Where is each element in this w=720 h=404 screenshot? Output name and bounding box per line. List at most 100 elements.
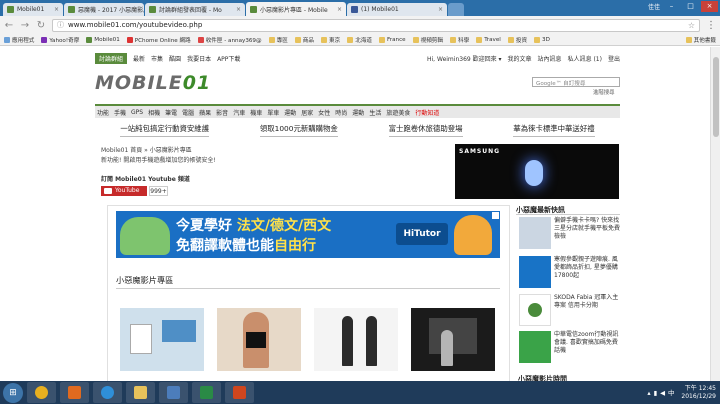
tab-mobile01[interactable]: Mobile01 ×: [3, 3, 63, 16]
security-notice[interactable]: 新功能! 開啟用手機遊戲增加您的帳號安全!: [101, 155, 216, 164]
close-tab-icon[interactable]: ×: [337, 6, 342, 13]
search-input[interactable]: Google™ 自訂搜尋: [532, 77, 620, 87]
video-thumbnail[interactable]: 2016-12-27: [120, 308, 204, 371]
mobile01-logo[interactable]: MOBILE01: [95, 72, 210, 96]
bookmark-folder[interactable]: 專區: [268, 36, 288, 44]
url-input[interactable]: ⓘ www.mobile01.com/youtubevideo.php ☆: [52, 18, 700, 32]
reload-icon[interactable]: ↻: [36, 20, 46, 31]
video-thumbnail[interactable]: 2016-12-27: [217, 308, 301, 371]
language-indicator[interactable]: 中: [668, 388, 674, 397]
bookmark-folder[interactable]: Travel: [476, 36, 501, 43]
top-link[interactable]: 市集: [151, 54, 163, 63]
sidebar-news-item[interactable]: SKODA Fabia 冠軍入主專案 信用卡分期: [519, 294, 621, 329]
bookmark-folder[interactable]: 視頻剪輯: [412, 36, 443, 44]
bookmark-item[interactable]: Yahoo!奇摩: [41, 36, 79, 44]
taskbar-app[interactable]: [27, 382, 56, 403]
bookmark-folder[interactable]: 北海道: [347, 36, 372, 44]
samsung-ad-banner[interactable]: SAMSUNG: [455, 144, 619, 199]
nav-item[interactable]: 時尚: [335, 108, 347, 117]
bookmark-item[interactable]: 收件匣 - annay369@: [197, 36, 262, 44]
start-button[interactable]: ⊞: [3, 382, 23, 403]
scrollbar-thumb[interactable]: [713, 57, 719, 137]
tray-arrow-icon[interactable]: ▴: [647, 389, 650, 397]
top-link[interactable]: 我要日本: [187, 54, 211, 63]
video-thumbnail[interactable]: 2016-12-26: [314, 308, 398, 371]
nav-item[interactable]: 運動: [352, 108, 364, 117]
close-window-button[interactable]: ×: [701, 1, 718, 12]
page-info-icon[interactable]: ⓘ: [57, 20, 64, 30]
taskbar-app[interactable]: [60, 382, 89, 403]
nav-item[interactable]: 相機: [148, 108, 160, 117]
tab-reply[interactable]: 討論群組發表回覆 - Mo ×: [145, 3, 245, 16]
sidebar-news-item[interactable]: 中華電信zoom行動視訊會議. 喜歡實搞加碼免費話機: [519, 331, 621, 373]
bookmark-item[interactable]: Mobile01: [86, 36, 120, 43]
nav-item[interactable]: 蘋果: [199, 108, 211, 117]
nav-item[interactable]: 女性: [318, 108, 330, 117]
taskbar-app[interactable]: [159, 382, 188, 403]
advanced-search-link[interactable]: 進階搜尋: [593, 88, 615, 96]
tab-facebook[interactable]: (1) Mobile01 ×: [347, 3, 447, 16]
volume-icon[interactable]: ◀: [660, 389, 665, 397]
nav-item[interactable]: GPS: [131, 109, 143, 116]
sidebar-news-item[interactable]: 偏僻手機卡卡嗎? 快來找三星分店就手機平板免費檢檢: [519, 217, 621, 252]
new-tab-button[interactable]: [448, 3, 464, 16]
bookmark-item[interactable]: PChome Online 網路: [126, 36, 191, 44]
nav-item[interactable]: 運動: [284, 108, 296, 117]
top-link[interactable]: 酷園: [169, 54, 181, 63]
promo-link[interactable]: 華為徠卡標準中華送好禮: [513, 123, 595, 137]
other-bookmarks[interactable]: 其他書籤: [685, 36, 716, 44]
bookmark-folder[interactable]: France: [379, 36, 406, 43]
video-thumbnail[interactable]: 2016-12-26: [411, 308, 495, 371]
nav-item[interactable]: 電腦: [182, 108, 194, 117]
bookmark-folder[interactable]: 科學: [450, 36, 469, 44]
nav-item[interactable]: 影音: [216, 108, 228, 117]
nav-item[interactable]: 居家: [301, 108, 313, 117]
nav-item[interactable]: 機車: [250, 108, 262, 117]
taskbar-app[interactable]: [225, 382, 254, 403]
nav-item-hot[interactable]: 行動知道: [415, 108, 439, 117]
adchoices-icon[interactable]: [492, 212, 499, 219]
forward-arrow-icon[interactable]: →: [20, 20, 30, 31]
taskbar-app[interactable]: [126, 382, 155, 403]
tab-video-zone[interactable]: 小惡魔影片專區 - Mobile ×: [246, 2, 346, 16]
close-tab-icon[interactable]: ×: [438, 6, 443, 13]
account-link[interactable]: 登出: [608, 54, 620, 63]
maximize-button[interactable]: □: [682, 1, 699, 12]
page-scrollbar[interactable]: [710, 47, 720, 381]
taskbar-app[interactable]: [192, 382, 221, 403]
sidebar-news-item[interactable]: 寒假參觀親子遊陣痕. 風愛都飾品折扣, 星夢優購17800起: [519, 256, 621, 291]
greeting[interactable]: Hi, Weimin369 歡迎回來 ▾: [427, 54, 502, 63]
browser-menu-icon[interactable]: ⋮: [706, 20, 716, 31]
network-icon[interactable]: ▮: [654, 389, 658, 397]
nav-item[interactable]: 汽車: [233, 108, 245, 117]
bookmark-folder[interactable]: 3D: [534, 36, 550, 43]
promo-link[interactable]: 富士跑卷休旅德助登場: [388, 123, 463, 137]
nav-item[interactable]: 生活: [369, 108, 381, 117]
nav-item[interactable]: 旅遊美食: [386, 108, 410, 117]
nav-item[interactable]: 單車: [267, 108, 279, 117]
close-tab-icon[interactable]: ×: [236, 6, 241, 13]
minimize-button[interactable]: –: [663, 1, 680, 12]
bookmark-folder[interactable]: 商品: [294, 36, 314, 44]
promo-link[interactable]: 領取1000元新購購物金: [259, 123, 338, 137]
bookmark-folder[interactable]: 投資: [507, 36, 527, 44]
top-link[interactable]: APP下載: [217, 54, 240, 63]
account-link[interactable]: 私人訊息 (1): [568, 54, 602, 63]
top-link[interactable]: 討論群組: [95, 53, 128, 64]
tab-video-2017[interactable]: 惡魔機 - 2017 小惡魔影片 ×: [64, 3, 144, 16]
nav-item[interactable]: 筆電: [165, 108, 177, 117]
account-link[interactable]: 我的文章: [508, 54, 532, 63]
bookmark-item[interactable]: 應用程式: [4, 36, 34, 44]
back-arrow-icon[interactable]: ←: [4, 20, 14, 31]
close-tab-icon[interactable]: ×: [54, 6, 59, 13]
bookmark-star-icon[interactable]: ☆: [688, 21, 695, 30]
breadcrumb[interactable]: Mobile01 首頁 » 小惡魔影片專區: [101, 145, 192, 154]
nav-item[interactable]: 功能: [97, 108, 109, 117]
taskbar-clock[interactable]: 下午 12:45 2016/12/29: [681, 385, 716, 401]
taskbar-app[interactable]: [93, 382, 122, 403]
hitutor-ad-banner[interactable]: 今夏學好 法文/德文/西文 免翻譯軟體也能自由行 HiTutor: [116, 211, 500, 258]
youtube-subscribe-button[interactable]: YouTube: [101, 186, 147, 196]
account-link[interactable]: 站內訊息: [538, 54, 562, 63]
top-link[interactable]: 最新: [133, 54, 145, 63]
bookmark-folder[interactable]: 東京: [321, 36, 340, 44]
